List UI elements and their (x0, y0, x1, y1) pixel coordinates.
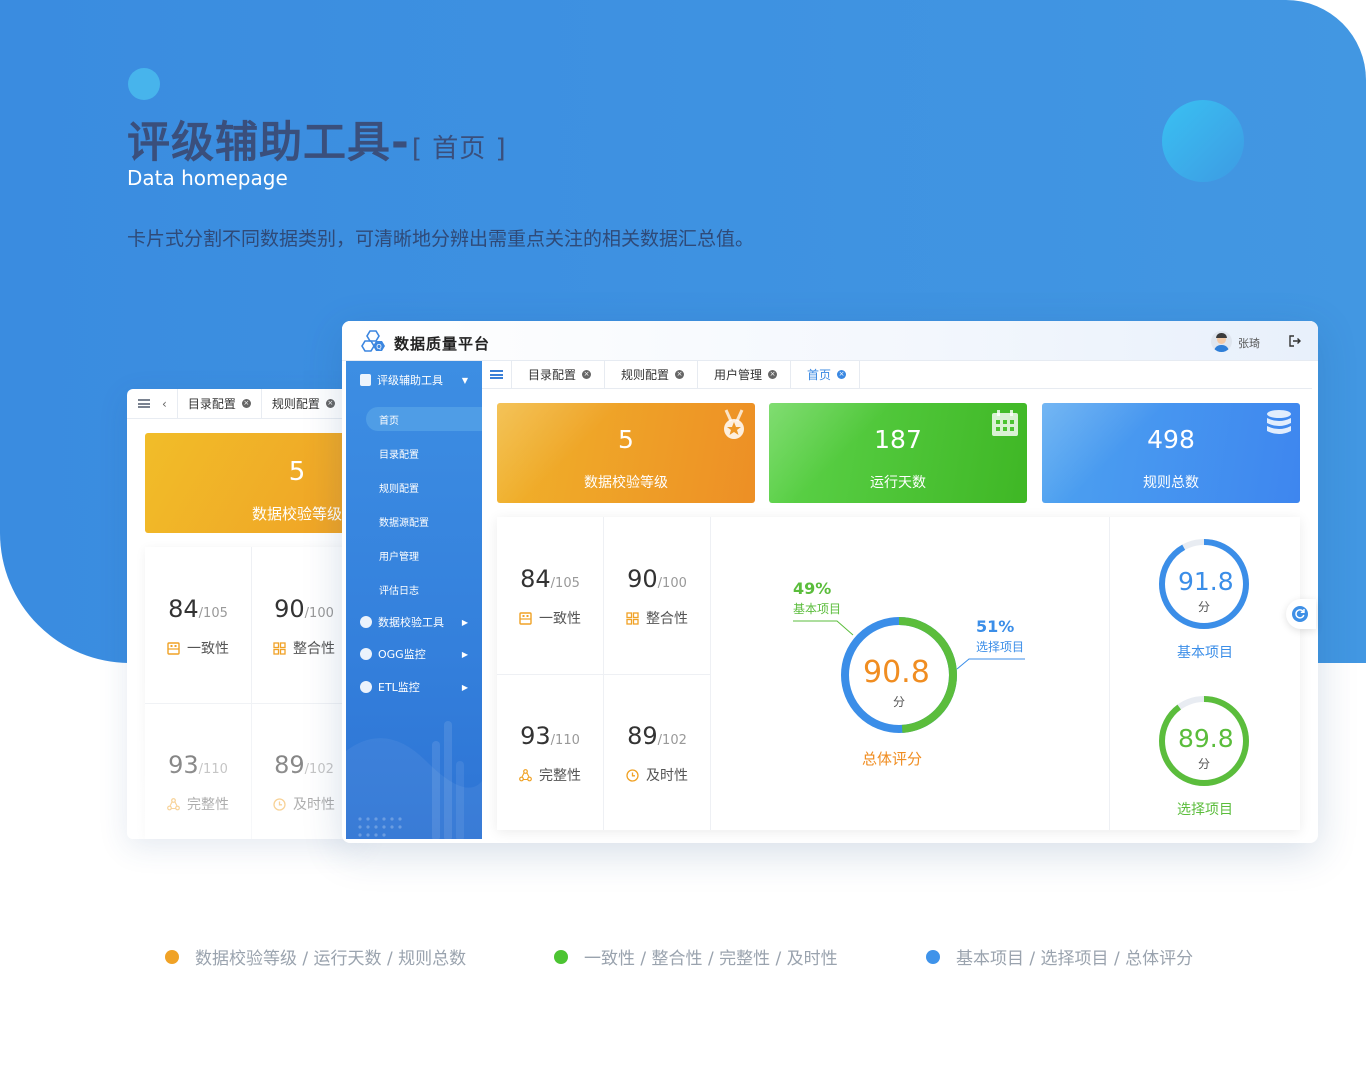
tab-user-management[interactable]: 用户管理 × (697, 360, 790, 389)
kpi-value: 498 (1147, 425, 1195, 454)
back-kpi-value: 5 (288, 457, 306, 487)
tab-bar: 目录配置 × 规则配置 × 用户管理 × 首页 × (482, 360, 1312, 389)
svg-text:Q: Q (376, 343, 382, 351)
document-icon (360, 374, 371, 386)
overall-score-label: 总体评分 (862, 750, 923, 768)
back-tabbar: ‹ 目录配置 × 规则配置 × (127, 389, 359, 419)
hexagon-logo-icon: Q (361, 330, 385, 352)
showcase-stage: 评级辅助工具-[ 首页 ] Data homepage 卡片式分割不同数据类别，… (0, 0, 1366, 1082)
optional-score-unit: 分 (1198, 757, 1211, 771)
app-title: 数据质量平台 (394, 335, 491, 353)
chevron-right-icon: ▶ (461, 617, 468, 627)
tab-catalog-config[interactable]: 目录配置 × (511, 360, 604, 389)
tab-home[interactable]: 首页 × (790, 360, 861, 389)
close-icon[interactable]: × (837, 370, 847, 379)
sidebar-item-user-management[interactable]: 用户管理 (366, 543, 482, 567)
logout-icon[interactable] (1288, 334, 1302, 348)
sidebar-item-catalog-config[interactable]: 目录配置 (366, 441, 482, 465)
hero-description: 卡片式分割不同数据类别，可清晰地分辨出需重点关注的相关数据汇总值。 (127, 228, 755, 250)
app-header: Q 数据质量平台 张琦 (342, 321, 1318, 361)
back-stats-panel: 84/105 一致性 90/100 整合性 93/110 完整性 89/102 … (145, 547, 359, 839)
ogg-icon (360, 648, 372, 660)
optional-score-value: 89.8 (1178, 724, 1234, 753)
legend-item-scores: 基本项目 / 选择项目 / 总体评分 (926, 944, 1193, 969)
main-window: Q 数据质量平台 张琦 评级辅助工具 ▼ 首页 目录配置 规则配置 数据源配置 用… (342, 321, 1318, 843)
back-stat-completeness: 93/110 完整性 (167, 751, 229, 813)
decorative-dot (128, 68, 160, 100)
legend-dot (926, 949, 940, 964)
hero-subtitle: Data homepage (127, 166, 288, 190)
consistency-icon (167, 642, 180, 655)
refresh-button[interactable] (1286, 599, 1316, 629)
legend-item-kpi: 数据校验等级 / 运行天数 / 规则总数 (165, 944, 466, 969)
basic-score-value: 91.8 (1178, 567, 1234, 596)
kpi-card-validation-level[interactable]: 5 数据校验等级 (497, 403, 755, 503)
back-tab[interactable]: 规则配置 × (260, 389, 345, 419)
completeness-icon (167, 798, 180, 811)
back-kpi-label: 数据校验等级 (251, 505, 342, 523)
sidebar-group-validation-tools[interactable]: 数据校验工具 ▶ (346, 609, 482, 635)
kpi-label: 运行天数 (870, 475, 926, 491)
sidebar-item-datasource-config[interactable]: 数据源配置 (366, 509, 482, 533)
close-icon[interactable]: × (675, 370, 685, 379)
callout-lines (793, 620, 1025, 670)
chevron-left-icon[interactable]: ‹ (162, 397, 167, 411)
basic-percentage-label: 基本项目 (793, 602, 842, 616)
shield-icon (360, 616, 372, 628)
back-kpi-card: 5 数据校验等级 (145, 433, 359, 533)
hero-title-suffix: [ 首页 ] (411, 134, 507, 164)
chevron-down-icon: ▼ (461, 375, 468, 385)
kpi-value: 5 (618, 425, 634, 454)
sidebar: 评级辅助工具 ▼ 首页 目录配置 规则配置 数据源配置 用户管理 评估日志 数据校… (346, 361, 482, 839)
legend-item-stats: 一致性 / 整合性 / 完整性 / 及时性 (554, 944, 838, 969)
sidebar-decoration (346, 721, 482, 839)
close-icon[interactable]: × (582, 370, 592, 379)
tab-rule-config[interactable]: 规则配置 × (604, 360, 697, 389)
kpi-card-running-days[interactable]: 187 运行天数 (769, 403, 1027, 503)
basic-percentage: 49% (793, 579, 832, 598)
optional-score-label: 选择项目 (1177, 802, 1233, 818)
optional-percentage: 51% (976, 617, 1015, 636)
hero-title: 评级辅助工具-[ 首页 ] (127, 118, 507, 168)
basic-score-unit: 分 (1198, 600, 1211, 614)
kpi-label: 数据校验等级 (584, 475, 668, 491)
close-icon[interactable]: × (768, 370, 778, 379)
refresh-icon (1292, 606, 1308, 622)
user-name[interactable]: 张琦 (1238, 335, 1260, 351)
overall-score-unit: 分 (893, 695, 906, 709)
hamburger-icon[interactable] (138, 399, 150, 408)
sidebar-item-eval-log[interactable]: 评估日志 (366, 577, 482, 601)
sidebar-group-rating-tools[interactable]: 评级辅助工具 ▼ (346, 367, 482, 393)
overall-score-value: 90.8 (863, 655, 930, 690)
kpi-label: 规则总数 (1143, 475, 1199, 491)
close-icon[interactable]: × (241, 399, 251, 408)
legend-dot (165, 949, 179, 964)
basic-score-label: 基本项目 (1177, 645, 1233, 661)
chevron-right-icon: ▶ (461, 649, 468, 659)
background-window-preview: ‹ 目录配置 × 规则配置 × 5 数据校验等级 84/105 一致性 90/100… (127, 389, 359, 839)
integration-icon (273, 642, 286, 655)
sidebar-item-home[interactable]: 首页 (366, 407, 482, 431)
optional-percentage-label: 选择项目 (976, 640, 1025, 654)
legend-dot (554, 949, 568, 964)
back-stat-consistency: 84/105 一致性 (167, 595, 229, 657)
hamburger-icon[interactable] (490, 370, 503, 379)
back-tab[interactable]: 目录配置 × (176, 389, 261, 419)
kpi-card-total-rules[interactable]: 498 规则总数 (1042, 403, 1300, 503)
kpi-value: 187 (874, 425, 922, 454)
clock-icon (273, 798, 286, 811)
avatar[interactable] (1211, 331, 1232, 352)
close-icon[interactable]: × (325, 399, 335, 408)
sidebar-item-rule-config[interactable]: 规则配置 (366, 475, 482, 499)
decorative-circle (1162, 100, 1244, 182)
quality-panel: 84/105 一致性 90/100 整合性 93/110 完整性 89/102 … (497, 517, 1300, 830)
